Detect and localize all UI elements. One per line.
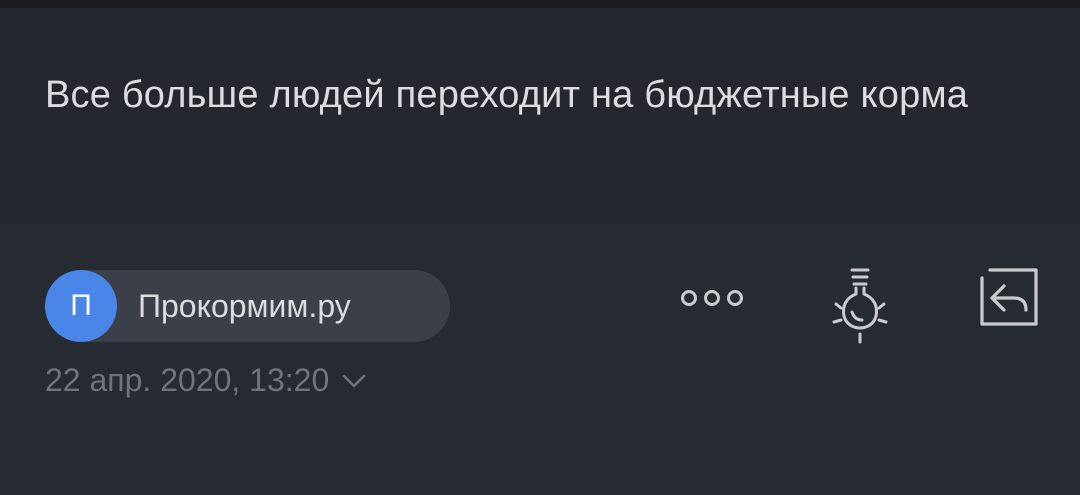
letter-meta: П Прокормим.ру 22 апр. 2020, 13:20 — [0, 224, 1080, 495]
sender-chip[interactable]: П Прокормим.ру — [45, 270, 450, 342]
reply-icon — [980, 268, 1038, 326]
status-strip — [0, 0, 1080, 8]
more-button[interactable] — [678, 282, 746, 314]
lightbulb-icon — [832, 268, 888, 344]
reply-button[interactable] — [974, 264, 1044, 330]
letter-subject: Все больше людей переходит на бюджетные … — [45, 74, 969, 116]
letter-date: 22 апр. 2020, 13:20 — [45, 362, 330, 398]
hint-button[interactable] — [828, 264, 892, 346]
sender-name: Прокормим.ру — [138, 287, 351, 324]
sender-avatar: П — [45, 270, 117, 342]
date-toggle[interactable]: 22 апр. 2020, 13:20 — [45, 362, 367, 399]
chevron-down-icon — [342, 374, 366, 387]
more-dots-icon — [681, 290, 743, 306]
letter-header: Все больше людей переходит на бюджетные … — [0, 8, 1080, 224]
